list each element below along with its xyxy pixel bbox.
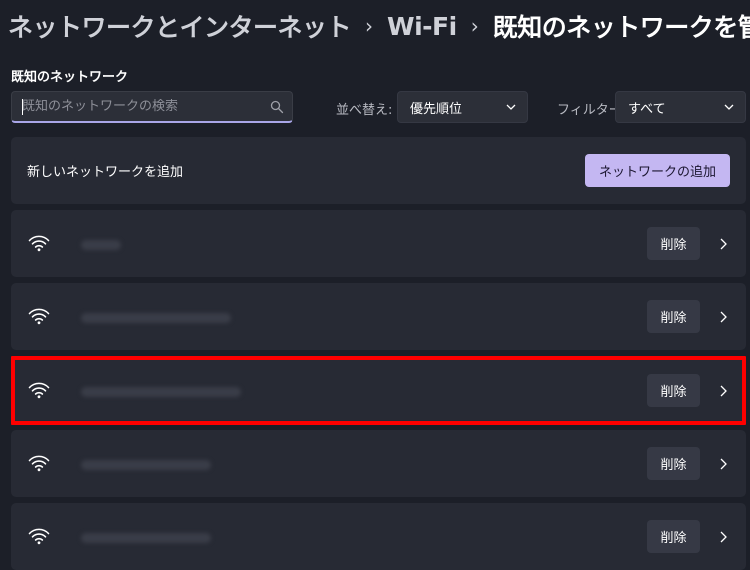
breadcrumb-separator-icon: › xyxy=(365,14,374,38)
wifi-icon xyxy=(28,381,50,399)
wifi-icon xyxy=(28,454,50,472)
search-box[interactable] xyxy=(11,91,293,123)
network-row[interactable]: 削除 xyxy=(11,210,746,277)
network-row[interactable]: 削除 xyxy=(11,430,746,497)
sort-label: 並べ替え: xyxy=(336,103,393,118)
delete-button[interactable]: 削除 xyxy=(647,447,700,480)
redacted-network-name xyxy=(81,533,211,543)
breadcrumb: ネットワークとインターネット › Wi-Fi › 既知のネットワークを管理 xyxy=(8,6,750,46)
delete-button[interactable]: 削除 xyxy=(647,227,700,260)
redacted-network-name xyxy=(81,313,231,323)
add-network-button[interactable]: ネットワークの追加 xyxy=(584,154,730,187)
chevron-right-icon[interactable] xyxy=(717,384,729,398)
section-label-known-networks: 既知のネットワーク xyxy=(11,70,129,85)
chevron-right-icon[interactable] xyxy=(717,530,729,544)
search-icon[interactable] xyxy=(270,100,284,114)
network-row[interactable]: 削除 xyxy=(11,283,746,350)
wifi-icon xyxy=(28,527,50,545)
redacted-network-name xyxy=(81,240,121,250)
breadcrumb-wifi[interactable]: Wi-Fi xyxy=(387,12,457,41)
chevron-right-icon[interactable] xyxy=(717,457,729,471)
network-row[interactable]: 削除 xyxy=(11,503,746,570)
filter-dropdown[interactable]: すべて xyxy=(615,91,746,123)
breadcrumb-separator-icon: › xyxy=(470,14,479,38)
redacted-network-name xyxy=(81,387,241,397)
search-input[interactable] xyxy=(22,99,270,114)
chevron-right-icon[interactable] xyxy=(717,310,729,324)
wifi-icon xyxy=(28,307,50,325)
add-network-label: 新しいネットワークを追加 xyxy=(27,165,184,180)
redacted-network-name xyxy=(81,460,211,470)
chevron-down-icon xyxy=(505,101,517,113)
breadcrumb-network-internet[interactable]: ネットワークとインターネット xyxy=(8,8,352,44)
text-caret xyxy=(22,99,23,115)
add-network-card: 新しいネットワークを追加 ネットワークの追加 xyxy=(11,137,746,204)
delete-button[interactable]: 削除 xyxy=(647,374,700,407)
chevron-right-icon[interactable] xyxy=(717,237,729,251)
filter-value: すべて xyxy=(628,101,666,117)
page-title: 既知のネットワークを管理 xyxy=(492,13,750,42)
network-row[interactable]: 削除 xyxy=(11,357,746,424)
delete-button[interactable]: 削除 xyxy=(647,520,700,553)
delete-button[interactable]: 削除 xyxy=(647,300,700,333)
chevron-down-icon xyxy=(723,101,735,113)
sort-value: 優先順位 xyxy=(410,101,463,117)
sort-dropdown[interactable]: 優先順位 xyxy=(397,91,528,123)
wifi-icon xyxy=(28,234,50,252)
